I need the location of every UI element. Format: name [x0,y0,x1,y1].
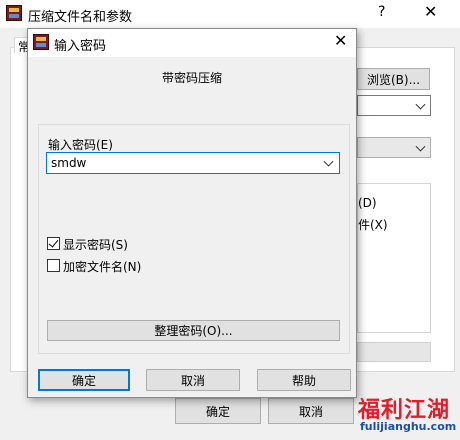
watermark-url: fulijianghu.com [360,420,457,433]
update-mode-combo[interactable] [357,137,431,158]
chevron-down-icon [415,141,426,152]
archive-name-combo[interactable] [357,95,431,116]
window-title: 压缩文件名和参数 [28,10,133,25]
help-button[interactable]: 帮助 [257,369,351,391]
cancel-button[interactable]: 取消 [146,369,240,391]
show-password-label[interactable]: 显示密码(S) [63,236,128,253]
option-label-x[interactable]: 件(X) [358,216,388,233]
winrar-icon [33,34,49,50]
encrypt-filenames-label[interactable]: 加密文件名(N) [63,258,141,275]
organize-passwords-button[interactable]: 整理密码(O)... [47,320,340,341]
password-input[interactable]: smdw [46,152,340,174]
winrar-icon [6,5,22,21]
browse-button[interactable]: 浏览(B)... [357,68,430,90]
password-dialog: 输入密码 ✕ 带密码压缩 输入密码(E) smdw 显示密码(S) 加密文件名(… [27,28,357,398]
close-icon[interactable]: ✕ [424,2,437,21]
help-icon[interactable]: ? [378,4,385,20]
dialog-title: 输入密码 [54,39,107,54]
title-bar: 压缩文件名和参数 ? ✕ [0,0,460,28]
chevron-down-icon [415,99,426,110]
encrypt-filenames-checkbox[interactable] [47,259,60,272]
ok-button[interactable]: 确定 [38,369,130,391]
partial-button[interactable] [357,342,431,362]
chevron-down-icon[interactable] [323,156,334,167]
option-label-d[interactable]: (D) [358,196,377,210]
password-value: smdw [51,156,87,170]
dialog-title-bar: 输入密码 ✕ [28,29,356,57]
close-icon[interactable]: ✕ [334,31,347,50]
password-label: 输入密码(E) [48,138,113,152]
ok-button[interactable]: 确定 [175,398,261,424]
cancel-button[interactable]: 取消 [268,398,354,424]
show-password-checkbox[interactable] [47,237,60,250]
dialog-subtitle: 带密码压缩 [161,71,222,85]
